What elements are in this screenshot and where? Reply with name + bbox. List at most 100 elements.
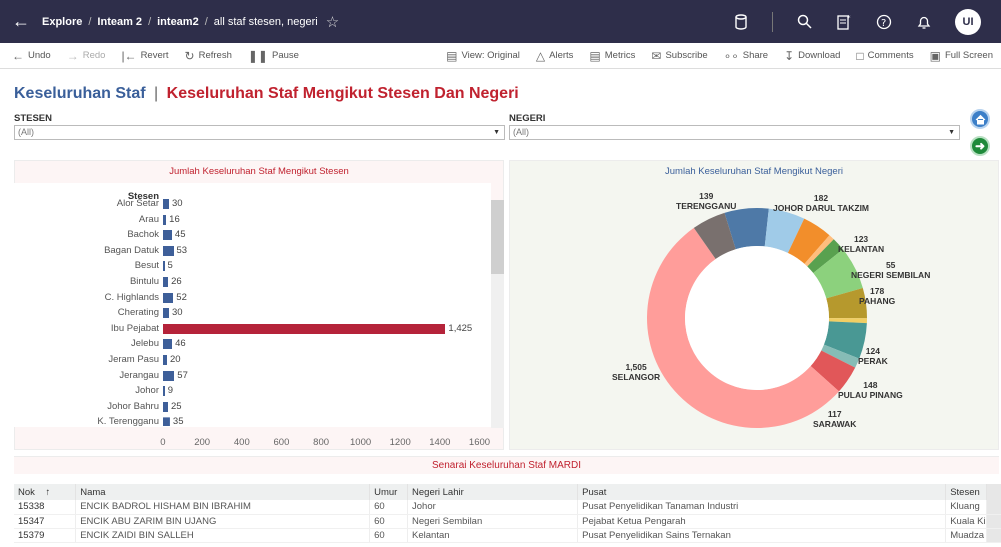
- user-avatar[interactable]: UI: [955, 8, 981, 35]
- home-button[interactable]: [970, 109, 990, 129]
- donut-label-negeri-sembilan: 55 NEGERI SEMBILAN: [851, 260, 930, 280]
- column-header-nama[interactable]: Nama: [75, 484, 371, 500]
- bar-value-label: 20: [169, 354, 181, 365]
- new-document-icon[interactable]: *: [835, 13, 853, 31]
- cell-pusat: Pusat Penyelidikan Sains Ternakan: [577, 528, 947, 543]
- view-toolbar: ← Undo → Redo |← Revert ↻ Refresh ❚❚ Pause ▤ V…: [0, 43, 1001, 69]
- undo-button[interactable]: ← Undo: [4, 49, 59, 63]
- breadcrumb-project[interactable]: Inteam 2: [97, 16, 142, 28]
- donut-value: 178: [870, 286, 885, 296]
- svg-text:?: ?: [881, 18, 886, 29]
- bar[interactable]: [163, 339, 173, 350]
- chevron-down-icon: ▼: [948, 129, 955, 136]
- revert-button[interactable]: |← Revert: [113, 49, 176, 63]
- fullscreen-button[interactable]: ▣ Full Screen: [922, 49, 1001, 63]
- cell-stesen: Kluang: [945, 500, 987, 515]
- bar[interactable]: [163, 308, 169, 319]
- bar-value-label: 53: [176, 244, 188, 256]
- table-scrollbar-header: [986, 484, 1001, 500]
- title-separator: |: [154, 85, 159, 102]
- bar-category-label: Jelebu: [131, 338, 159, 350]
- subscribe-button[interactable]: ✉ Subscribe: [643, 49, 715, 63]
- bar-value-label: 30: [171, 198, 183, 209]
- pause-button[interactable]: ❚❚ Pause: [240, 49, 307, 63]
- notifications-bell-icon[interactable]: [915, 13, 933, 31]
- breadcrumb-explore[interactable]: Explore: [42, 16, 82, 28]
- x-tick-label: 800: [313, 437, 330, 448]
- share-icon: ∘∘: [723, 48, 739, 63]
- column-header-pusat[interactable]: Pusat: [577, 484, 947, 500]
- column-header-stesen[interactable]: Stesen: [945, 484, 987, 500]
- bar[interactable]: [163, 401, 168, 412]
- bar[interactable]: [163, 355, 167, 365]
- donut-hole: [685, 246, 829, 390]
- cell-pusat: Pejabat Ketua Pengarah: [577, 514, 947, 529]
- table-row[interactable]: 15347 ENCIK ABU ZARIM BIN UJANG 60 Neger…: [14, 514, 1001, 529]
- title-part-1: Keseluruhan Staf: [14, 85, 146, 102]
- bar[interactable]: [163, 323, 446, 334]
- divider: [772, 11, 773, 32]
- bar-value-label: 16: [169, 213, 180, 225]
- column-header-umur[interactable]: Umur: [369, 484, 409, 500]
- column-header-nok[interactable]: Nok ↑: [14, 484, 77, 500]
- bar[interactable]: [163, 386, 165, 397]
- bar-value-label: 57: [177, 369, 188, 381]
- donut-label-terengganu: 139 TERENGGANU: [676, 191, 736, 211]
- column-header-negeri-lahir[interactable]: Negeri Lahir: [407, 484, 579, 500]
- donut-chart-title: Jumlah Keseluruhan Staf Mengikut Negeri: [665, 166, 843, 177]
- stesen-filter-dropdown[interactable]: (All) ▼: [14, 125, 505, 140]
- help-icon[interactable]: ?: [875, 13, 893, 31]
- table-scrollbar[interactable]: [986, 500, 1001, 515]
- download-icon: ↧: [784, 48, 795, 63]
- cell-nama: ENCIK ZAIDI BIN SALLEH: [75, 528, 371, 543]
- column-header-nok-label: Nok: [18, 486, 35, 498]
- bar-value-label: 25: [170, 400, 182, 412]
- donut-name: TERENGGANU: [676, 201, 737, 211]
- comments-button[interactable]: □ Comments: [848, 49, 921, 63]
- metrics-icon: ▤: [589, 48, 601, 63]
- alerts-label: Alerts: [549, 50, 574, 61]
- bar-value-label: 35: [172, 416, 184, 428]
- bar[interactable]: [163, 417, 170, 426]
- alerts-button[interactable]: △ Alerts: [528, 49, 582, 63]
- next-button[interactable]: ➜: [970, 136, 990, 156]
- bar[interactable]: [163, 214, 167, 225]
- bar[interactable]: [163, 245, 174, 256]
- bar-category-label: Johor Bahru: [107, 400, 159, 412]
- revert-label: Revert: [140, 50, 169, 61]
- refresh-button[interactable]: ↻ Refresh: [177, 49, 240, 63]
- view-original-button[interactable]: ▤ View: Original: [438, 49, 528, 63]
- bar[interactable]: [163, 370, 175, 381]
- bar[interactable]: [163, 230, 172, 241]
- bar[interactable]: [163, 277, 169, 287]
- share-button[interactable]: ∘∘ Share: [716, 49, 776, 63]
- breadcrumb-workbook[interactable]: inteam2: [157, 16, 199, 28]
- search-icon[interactable]: [795, 13, 813, 31]
- bar[interactable]: [163, 261, 165, 272]
- staff-table: Nok ↑ Nama Umur Negeri Lahir Pusat Stese…: [14, 484, 1001, 543]
- scrollbar-thumb[interactable]: [491, 200, 504, 274]
- donut-value: 1,505: [625, 362, 647, 372]
- data-source-icon[interactable]: [732, 13, 750, 31]
- table-row[interactable]: 15338 ENCIK BADROL HISHAM BIN IBRAHIM 60…: [14, 500, 1001, 515]
- metrics-button[interactable]: ▤ Metrics: [581, 49, 643, 63]
- pause-icon: ❚❚: [247, 48, 268, 63]
- back-arrow-icon[interactable]: ←: [12, 11, 38, 32]
- negeri-filter-dropdown[interactable]: (All) ▼: [509, 125, 960, 140]
- bar-value-label: 26: [171, 276, 182, 287]
- table-scrollbar[interactable]: [986, 514, 1001, 529]
- table-scrollbar[interactable]: [986, 528, 1001, 543]
- donut-label-sarawak: 117 SARAWAK: [813, 409, 856, 429]
- negeri-filter-value: (All): [513, 127, 529, 137]
- sort-ascending-icon[interactable]: ↑: [46, 487, 51, 498]
- x-tick-label: 1000: [350, 437, 372, 448]
- bar-chart-scrollbar[interactable]: [491, 200, 504, 428]
- bar[interactable]: [163, 199, 169, 209]
- redo-button[interactable]: → Redo: [59, 49, 114, 63]
- download-button[interactable]: ↧ Download: [776, 49, 848, 63]
- donut-name: KELANTAN: [838, 244, 885, 254]
- favorite-star-icon[interactable]: ☆: [326, 13, 339, 31]
- bar[interactable]: [163, 292, 174, 303]
- table-row[interactable]: 15379 ENCIK ZAIDI BIN SALLEH 60 Kelantan…: [14, 528, 1001, 543]
- breadcrumb-separator: /: [204, 15, 208, 28]
